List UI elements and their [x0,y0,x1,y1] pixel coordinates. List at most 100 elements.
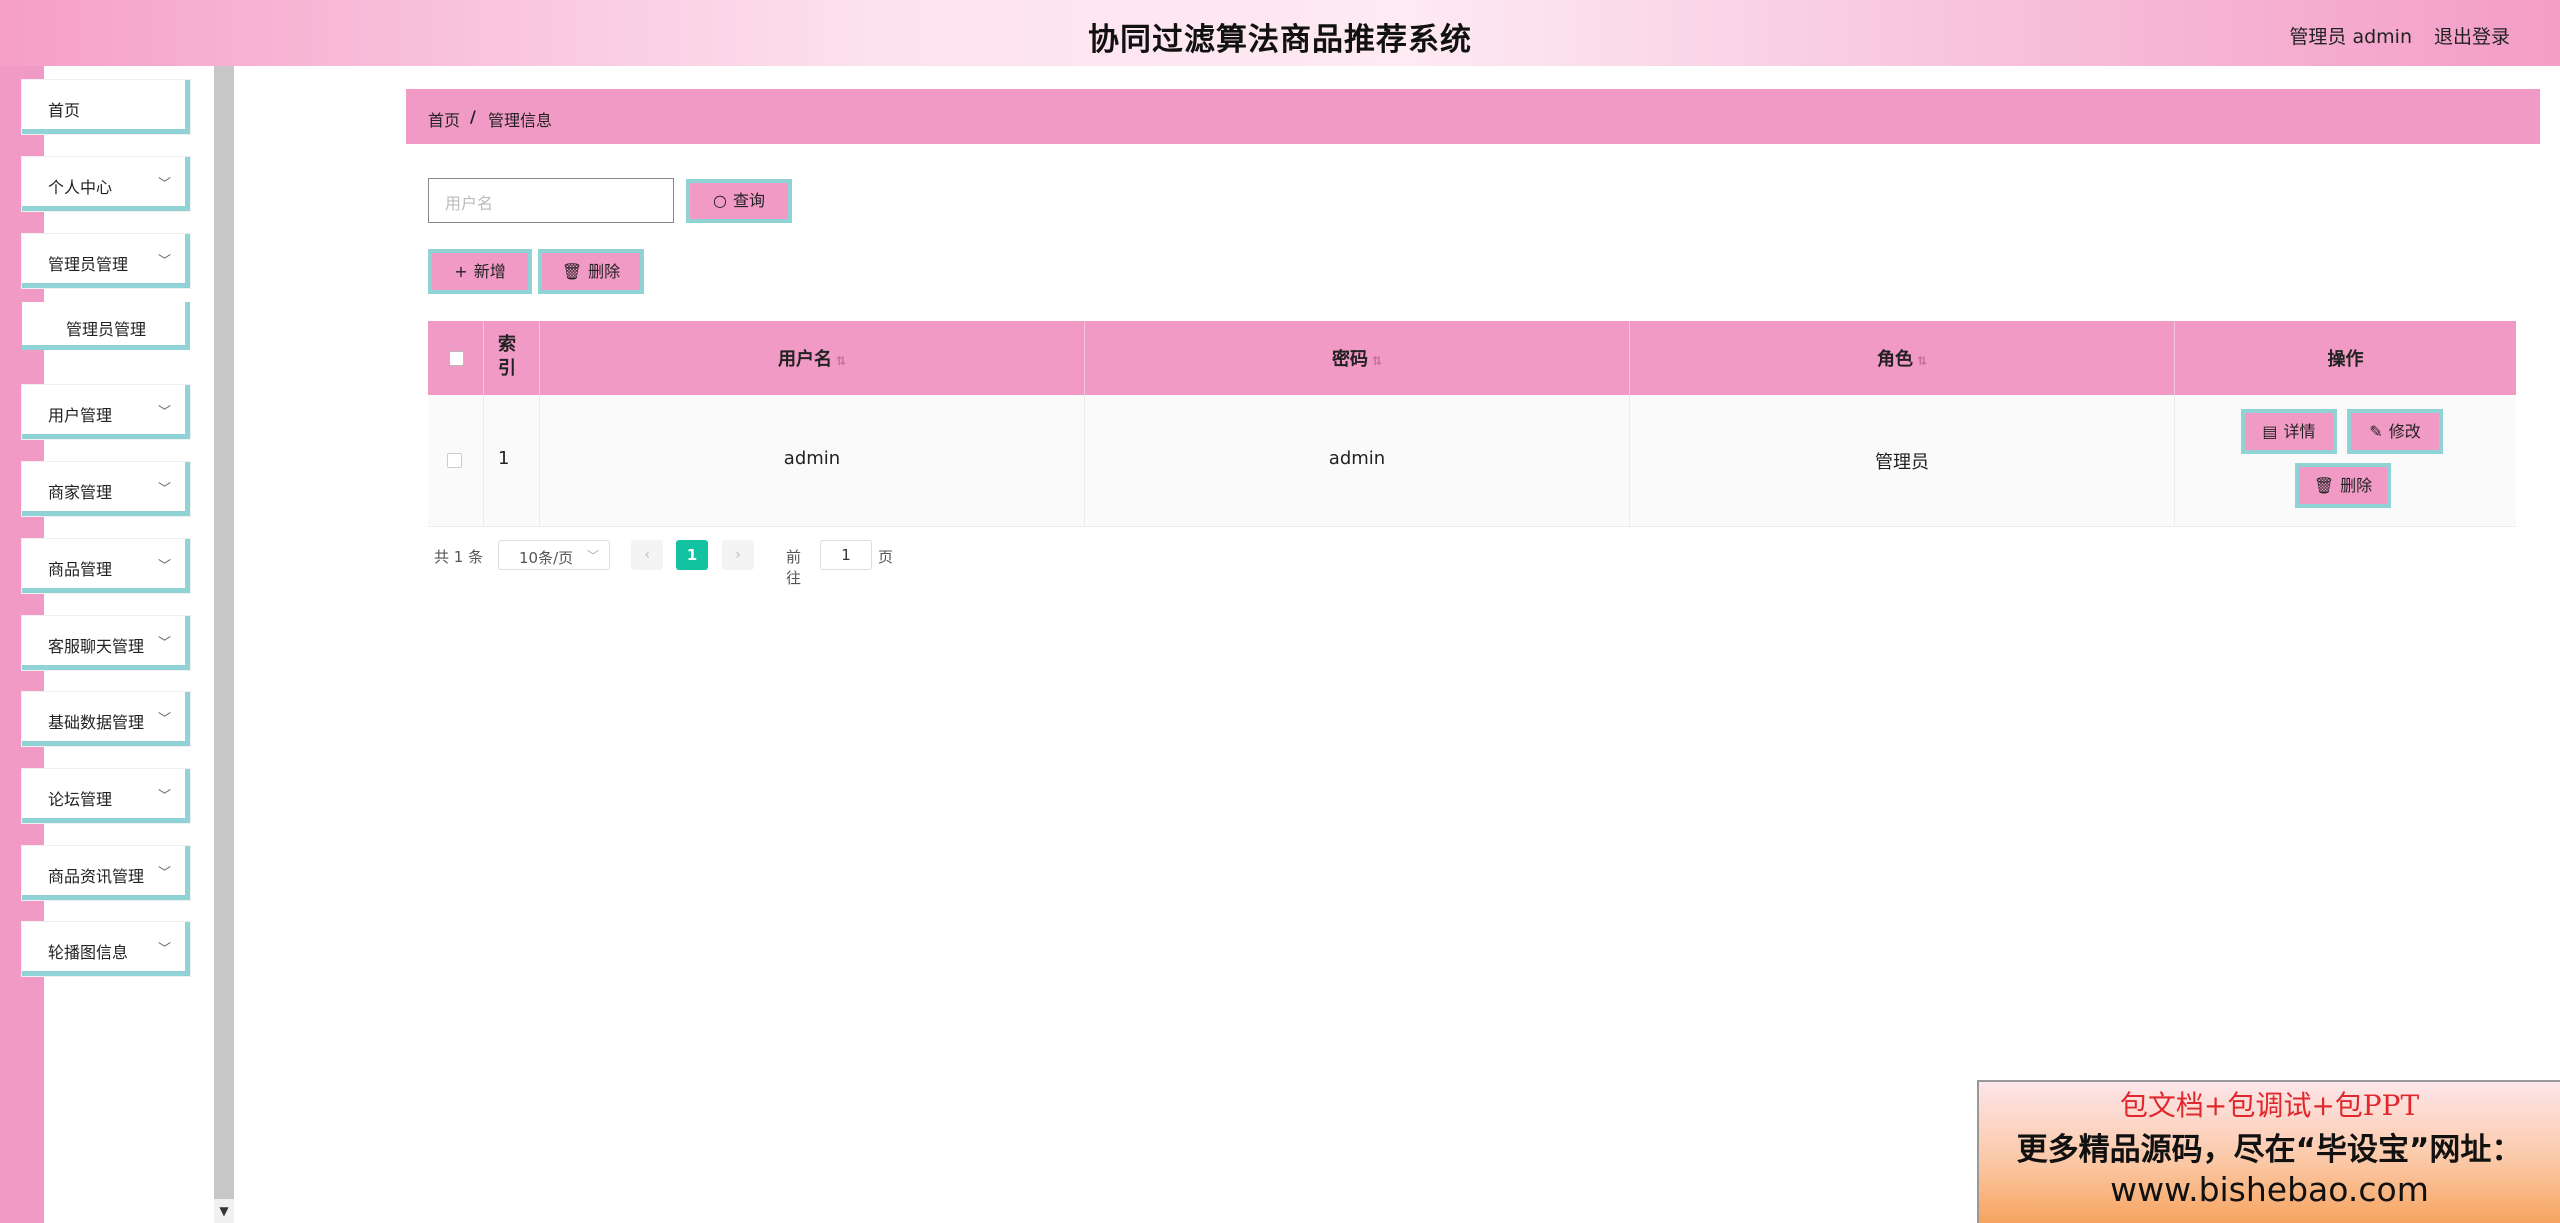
page-suffix: 页 [878,548,894,566]
chevron-down-icon: ﹀ [157,789,171,804]
add-button[interactable]: + 新增 [428,249,532,294]
prev-page-button[interactable]: ‹ [631,540,663,570]
watermark-banner: 包文档+包调试+包PPT 更多精品源码，尽在“毕设宝”网址： www.bishe… [1977,1080,2560,1223]
row-select-cell [428,395,484,527]
sort-icon[interactable]: ⇅ [836,354,846,368]
sidebar-subitem-admin-management[interactable]: 管理员管理 [22,302,190,350]
chevron-down-icon: ﹀ [157,866,171,881]
header-operations: 操作 [2175,321,2516,395]
bulk-delete-button-label: 删除 [588,262,621,281]
sidebar-item-forum-management[interactable]: 论坛管理 ﹀ [22,769,190,823]
chevron-right-icon: › [735,547,741,563]
add-button-label: 新增 [473,262,506,281]
scroll-down-icon[interactable]: ▼ [214,1199,234,1223]
search-button[interactable]: ○ 查询 [686,179,792,223]
chevron-down-icon: ﹀ [157,482,171,497]
sort-icon[interactable]: ⇅ [1917,354,1927,368]
chevron-down-icon: ﹀ [157,177,171,192]
sidebar-item-personal-center[interactable]: 个人中心 ﹀ [22,157,190,211]
header-role-label: 角色 [1876,349,1913,370]
chevron-down-icon: ﹀ [157,405,171,420]
row-delete-button-label: 删除 [2340,476,2373,495]
header-username-label: 用户名 [777,349,832,370]
sidebar-item-news-management[interactable]: 商品资讯管理 ﹀ [22,846,190,900]
document-icon: ▤ [2262,422,2278,441]
edit-button-label: 修改 [2388,422,2421,441]
header-select-all-cell [428,321,484,395]
sidebar-item-label: 客服聊天管理 [48,637,145,656]
row-delete-button[interactable]: 🗑 删除 [2295,463,2391,508]
table-header: 索引 用户名 ⇅ 密码 ⇅ 角色 ⇅ 操作 [428,321,2516,395]
chevron-left-icon: ‹ [644,547,650,563]
search-button-label: 查询 [732,191,765,210]
header-index: 索引 [484,321,540,395]
current-user: 管理员 admin [2289,26,2412,48]
chevron-down-icon: ﹀ [157,559,171,574]
edit-button[interactable]: ✎ 修改 [2347,409,2443,454]
sidebar-subitem-label: 管理员管理 [66,320,147,339]
watermark-line-3: www.bishebao.com [2110,1170,2429,1209]
sidebar-item-chat-management[interactable]: 客服聊天管理 ﹀ [22,616,190,670]
watermark-line-2: 更多精品源码，尽在“毕设宝”网址： [2016,1132,2523,1168]
header-password[interactable]: 密码 ⇅ [1085,321,1630,395]
sidebar-item-label: 商家管理 [48,483,113,502]
sidebar-item-label: 轮播图信息 [48,943,129,962]
chevron-down-icon: ﹀ [157,942,171,957]
cell-username: admin [540,395,1085,527]
breadcrumb-home[interactable]: 首页 [428,107,460,131]
goto-label: 前往 [786,548,802,587]
sidebar-item-label: 管理员管理 [48,255,129,274]
sidebar-scrollbar[interactable]: ▼ [214,66,234,1223]
breadcrumb-current: 管理信息 [488,111,553,130]
bulk-delete-button[interactable]: 🗑 删除 [538,249,644,294]
sidebar-item-home[interactable]: 首页 [22,80,190,134]
header-username[interactable]: 用户名 ⇅ [540,321,1085,395]
logout-link[interactable]: 退出登录 [2434,22,2510,49]
cell-index: 1 [484,395,540,527]
select-all-checkbox[interactable] [449,351,464,366]
page-number-current[interactable]: 1 [676,540,708,570]
sidebar-item-user-management[interactable]: 用户管理 ﹀ [22,385,190,439]
sidebar-item-label: 个人中心 [48,178,113,197]
sidebar-item-label: 商品管理 [48,560,113,579]
page-size-select[interactable]: 10条/页 ﹀ [498,540,610,570]
table-row: 1 admin admin 管理员 ▤ 详情 ✎ 修改 🗑 删除 [428,395,2516,527]
cell-index-value: 1 [498,448,510,469]
trash-icon: 🗑 [2313,476,2335,495]
sort-icon[interactable]: ⇅ [1372,354,1382,368]
sidebar-item-admin-management[interactable]: 管理员管理 ﹀ [22,234,190,288]
chevron-down-icon: ﹀ [586,549,599,563]
top-header: 协同过滤算法商品推荐系统 管理员 admin 退出登录 [0,0,2560,66]
next-page-button[interactable]: › [722,540,754,570]
breadcrumb: 首页 / 管理信息 [406,89,2540,144]
header-password-label: 密码 [1331,349,1368,370]
detail-button[interactable]: ▤ 详情 [2241,409,2337,454]
search-icon: ○ [713,191,727,210]
sidebar-item-merchant-management[interactable]: 商家管理 ﹀ [22,462,190,516]
chevron-down-icon: ﹀ [157,254,171,269]
edit-icon: ✎ [2369,422,2383,441]
sidebar-item-label: 首页 [48,101,81,120]
breadcrumb-separator: / [470,107,476,126]
header-operations-label: 操作 [2327,349,2364,370]
cell-role: 管理员 [1630,395,2175,527]
goto-page-input[interactable]: 1 [820,540,872,570]
row-checkbox[interactable] [447,453,462,468]
sidebar-item-label: 用户管理 [48,406,113,425]
sidebar-item-label: 基础数据管理 [48,713,145,732]
sidebar-item-product-management[interactable]: 商品管理 ﹀ [22,539,190,593]
chevron-down-icon: ﹀ [157,712,171,727]
sidebar-item-label: 论坛管理 [48,790,113,809]
sidebar-item-basic-data-management[interactable]: 基础数据管理 ﹀ [22,692,190,746]
watermark-line-1: 包文档+包调试+包PPT [2119,1089,2420,1122]
detail-button-label: 详情 [2283,422,2316,441]
cell-password-value: admin [1328,448,1386,469]
cell-operations: ▤ 详情 ✎ 修改 🗑 删除 [2175,395,2516,527]
sidebar-item-carousel-info[interactable]: 轮播图信息 ﹀ [22,922,190,976]
cell-password: admin [1085,395,1630,527]
header-role[interactable]: 角色 ⇅ [1630,321,2175,395]
header-index-label: 索引 [498,334,516,379]
username-search-input[interactable]: 用户名 [428,178,674,223]
cell-username-value: admin [783,448,841,469]
chevron-down-icon: ﹀ [157,636,171,651]
